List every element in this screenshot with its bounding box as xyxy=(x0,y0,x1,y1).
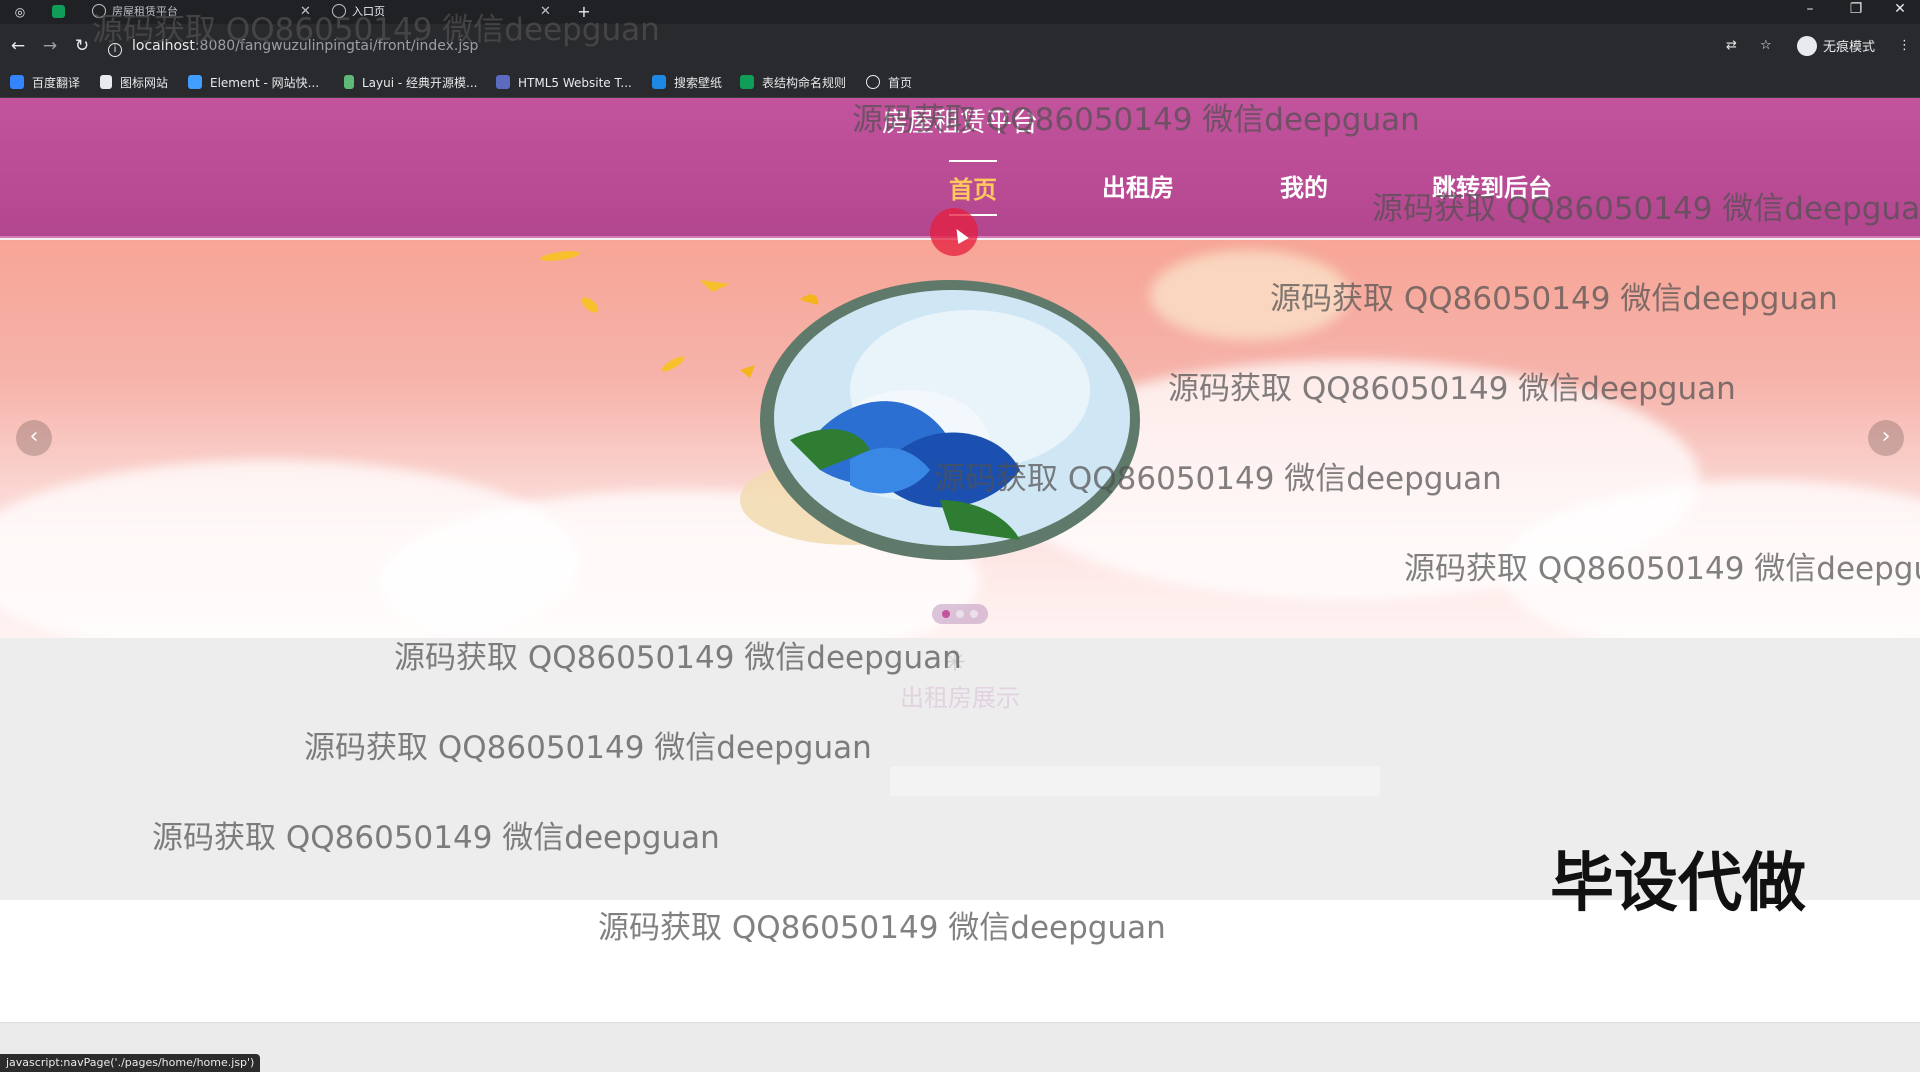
bookmark-label: 百度翻译 xyxy=(32,76,81,90)
carousel-dot[interactable] xyxy=(956,610,964,618)
bookmark-label: 图标网站 xyxy=(120,76,169,90)
globe-icon xyxy=(866,75,880,89)
url-path: :8080/fangwuzulinpingtai/front/index.jsp xyxy=(194,38,479,54)
bookmark-item[interactable]: 表结构命名规则 xyxy=(740,68,846,98)
chrome-icon[interactable]: ◎ xyxy=(12,4,28,20)
wallpaper-icon xyxy=(652,75,666,89)
bookmark-item[interactable]: Layui - 经典开源模... xyxy=(344,68,477,98)
loading-spinner-icon: ✳ xyxy=(944,648,966,678)
info-icon[interactable]: i xyxy=(108,43,122,57)
bookmark-item[interactable]: 百度翻译 xyxy=(10,68,80,98)
bookmarks-bar: 百度翻译 图标网站 Element - 网站快... Layui - 经典开源模… xyxy=(0,68,1920,98)
incognito-profile[interactable]: 无痕模式 xyxy=(1797,36,1875,56)
globe-icon xyxy=(92,4,106,18)
layui-icon xyxy=(344,75,354,89)
minimize-icon[interactable]: – xyxy=(1790,0,1830,20)
bookmark-label: 搜索壁纸 xyxy=(674,76,723,90)
close-tab-icon[interactable]: ✕ xyxy=(300,0,311,24)
incognito-icon xyxy=(1797,36,1817,56)
nav-rentals[interactable]: 出租房 xyxy=(1102,160,1174,216)
back-icon[interactable]: ← xyxy=(7,35,29,57)
bookmark-item[interactable]: 搜索壁纸 xyxy=(652,68,722,98)
nav-mine[interactable]: 我的 xyxy=(1280,160,1328,216)
banner-carousel[interactable]: ‹ › xyxy=(0,240,1920,638)
bookmark-item[interactable]: 图标网站 xyxy=(100,68,168,98)
profile-label: 无痕模式 xyxy=(1823,40,1876,55)
carousel-prev-button[interactable]: ‹ xyxy=(16,420,52,456)
baidu-translate-icon xyxy=(10,75,24,89)
menu-icon[interactable]: ⋮ xyxy=(1898,36,1911,56)
site-title: 房屋租赁平台 xyxy=(881,108,1038,138)
sheets-tab-icon[interactable] xyxy=(52,5,65,18)
overlay-stamp: 毕设代做 xyxy=(1550,847,1806,921)
section-title: 出租房展示 xyxy=(900,684,1020,712)
close-tab-icon[interactable]: ✕ xyxy=(540,0,551,24)
url-host: localhost xyxy=(132,38,195,54)
bookmark-label: 表结构命名规则 xyxy=(762,76,847,90)
tab-entry-page[interactable]: 入口页 ✕ xyxy=(332,0,562,24)
section-placeholder xyxy=(890,766,1380,796)
cursor-icon xyxy=(951,225,969,245)
restore-icon[interactable]: ❐ xyxy=(1836,0,1876,20)
tab-house-rental[interactable]: 房屋租赁平台 ✕ xyxy=(92,0,312,24)
bookmark-label: HTML5 Website T... xyxy=(518,76,632,90)
bookmark-item[interactable]: 首页 xyxy=(866,68,912,98)
carousel-indicator xyxy=(932,604,988,624)
forward-icon[interactable]: → xyxy=(39,35,61,57)
new-tab-icon[interactable]: + xyxy=(576,4,592,20)
carousel-dot[interactable] xyxy=(970,610,978,618)
bookmark-label: Element - 网站快... xyxy=(210,76,320,90)
address-bar[interactable]: i localhost:8080/fangwuzulinpingtai/front… xyxy=(108,34,1708,58)
browser-tab-strip: ◎ 房屋租赁平台 ✕ 入口页 ✕ + – ❐ ✕ xyxy=(0,0,1920,24)
bookmark-label: Layui - 经典开源模... xyxy=(362,76,478,90)
bookmark-label: 首页 xyxy=(888,76,913,90)
carousel-dot[interactable] xyxy=(942,610,950,618)
nav-admin[interactable]: 跳转到后台 xyxy=(1432,160,1552,216)
bookmark-item[interactable]: HTML5 Website T... xyxy=(496,68,632,98)
carousel-next-button[interactable]: › xyxy=(1868,420,1904,456)
footer-strip xyxy=(0,1022,1920,1072)
mouse-cursor-highlight xyxy=(930,208,978,256)
sheets-icon xyxy=(740,75,754,89)
close-window-icon[interactable]: ✕ xyxy=(1880,0,1920,20)
flag-icon xyxy=(100,75,112,89)
html5-icon xyxy=(496,75,510,89)
bookmark-item[interactable]: Element - 网站快... xyxy=(188,68,319,98)
globe-flower-illustration xyxy=(700,280,1140,560)
tab-title: 房屋租赁平台 xyxy=(112,5,178,18)
link-status-bar: javascript:navPage('./pages/home/home.js… xyxy=(0,1054,261,1072)
element-icon xyxy=(188,75,202,89)
globe-icon xyxy=(332,4,346,18)
reload-icon[interactable]: ↻ xyxy=(71,35,93,57)
translate-icon[interactable]: ⇄ xyxy=(1726,36,1737,56)
bookmark-star-icon[interactable]: ☆ xyxy=(1760,36,1772,56)
tab-title: 入口页 xyxy=(352,5,385,18)
